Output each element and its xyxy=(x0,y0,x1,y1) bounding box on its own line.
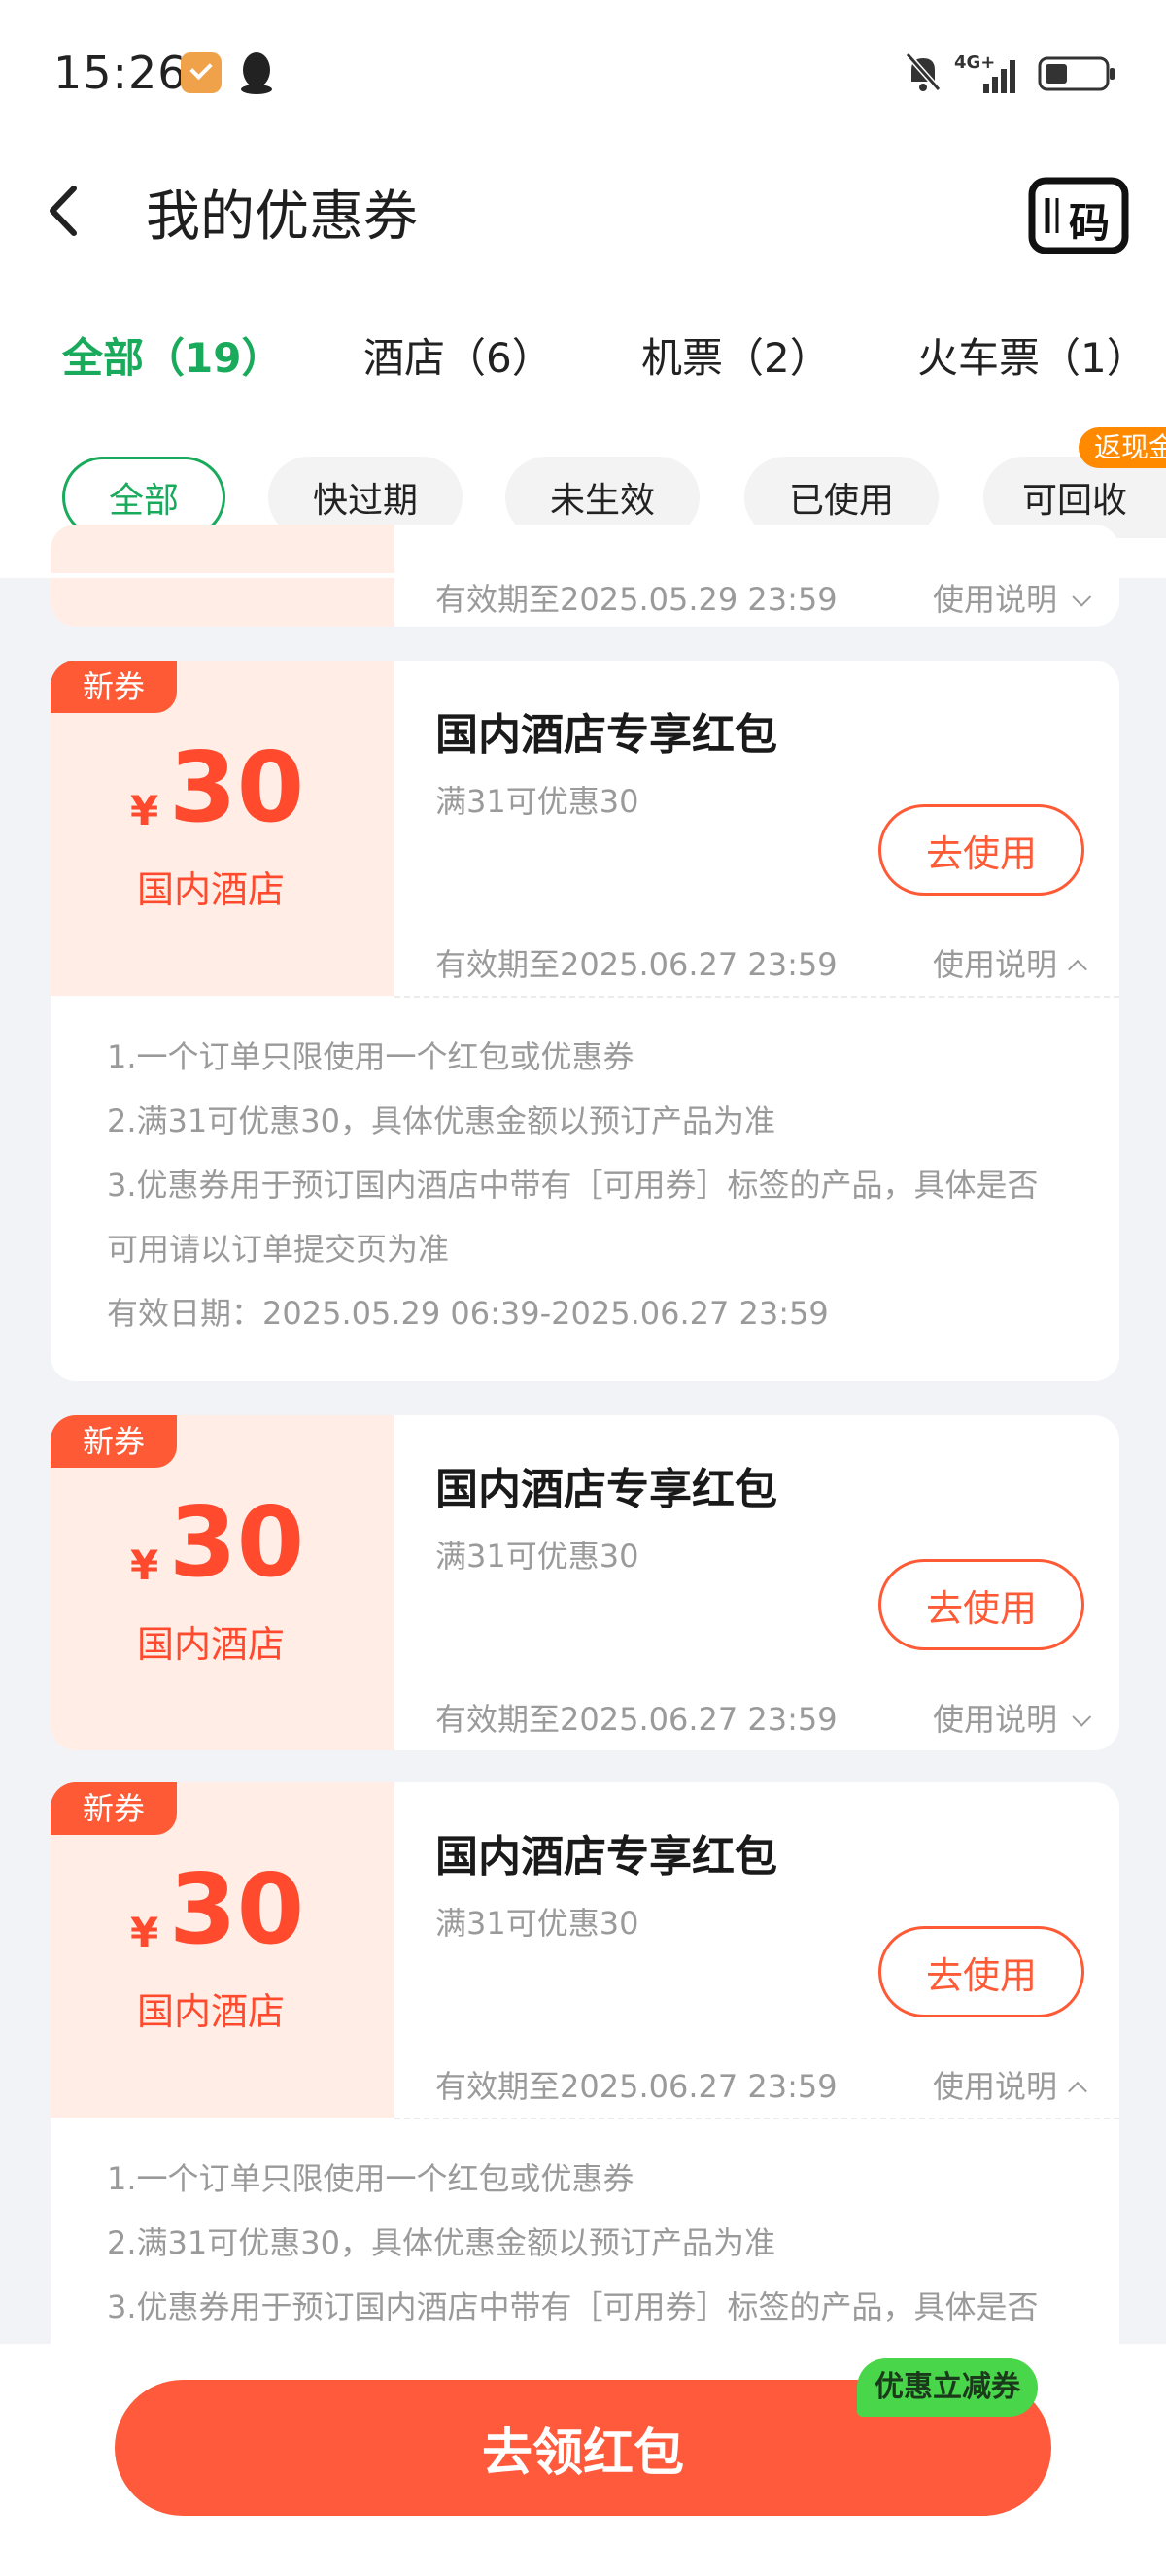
battery-icon xyxy=(1038,56,1115,91)
new-coupon-tag: 新券 xyxy=(51,661,177,713)
usage-explain-label: 使用说明 xyxy=(933,946,1058,983)
currency-symbol: ¥ xyxy=(130,787,159,834)
coupon-left-pane: 新券 ¥ 30 国内酒店 xyxy=(51,1782,394,2118)
coupon-amount: 30 xyxy=(169,1485,305,1599)
qq-penguin-icon xyxy=(241,52,272,94)
coupon-title: 国内酒店专享红包 xyxy=(435,1832,777,1881)
coupon-title: 国内酒店专享红包 xyxy=(435,1465,777,1514)
instant-discount-badge: 优惠立减券 xyxy=(857,2358,1038,2417)
usage-explain-toggle[interactable]: 使用说明 xyxy=(933,2062,1087,2107)
status-time: 15:26 xyxy=(53,47,188,99)
use-coupon-button[interactable]: 去使用 xyxy=(878,1926,1084,2017)
tab-hotel[interactable]: 酒店（6） xyxy=(363,325,553,385)
tab-train[interactable]: 火车票（1） xyxy=(917,325,1148,385)
currency-symbol: ¥ xyxy=(130,1909,159,1956)
coupon-validity: 有效期至2025.06.27 23:59 xyxy=(435,2068,838,2105)
usage-explain-label: 使用说明 xyxy=(933,1701,1058,1738)
tab-all[interactable]: 全部（19） xyxy=(62,325,282,385)
detail-line: 3.优惠券用于预订国内酒店中带有［可用券］标签的产品，具体是否 xyxy=(107,1167,1039,1203)
use-coupon-button[interactable]: 去使用 xyxy=(878,1559,1084,1650)
detail-line: 3.优惠券用于预订国内酒店中带有［可用券］标签的产品，具体是否 xyxy=(107,2288,1039,2325)
coupon-validity: 有效期至2025.06.27 23:59 xyxy=(435,946,838,983)
new-coupon-tag: 新券 xyxy=(51,1782,177,1835)
usage-details: 1.一个订单只限使用一个红包或优惠券 2.满31可优惠30，具体优惠金额以预订产… xyxy=(107,2147,1079,2339)
chevron-down-icon xyxy=(1072,587,1092,607)
coupon-condition: 满31可优惠30 xyxy=(435,1538,639,1575)
usage-explain-label: 使用说明 xyxy=(933,2068,1058,2105)
dashed-divider xyxy=(394,996,1119,998)
detail-line: 1.一个订单只限使用一个红包或优惠券 xyxy=(107,2160,634,2197)
coupon-title: 国内酒店专享红包 xyxy=(435,710,777,760)
chevron-up-icon xyxy=(1068,959,1087,979)
coupon-code-button[interactable]: 码 xyxy=(1028,177,1129,254)
coupon-condition: 满31可优惠30 xyxy=(435,783,639,820)
dashed-divider xyxy=(394,2118,1119,2119)
coupon-left-pane: 新券 ¥ 30 国内酒店 xyxy=(51,661,394,996)
usage-explain-toggle[interactable]: 使用说明 xyxy=(933,575,1092,620)
coupon-card: 新券 ¥ 30 国内酒店 国内酒店专享红包 满31可优惠30 去使用 有效期至2… xyxy=(51,1415,1119,1750)
detail-line: 2.满31可优惠30，具体优惠金额以预订产品为准 xyxy=(107,1102,775,1139)
cashback-badge: 返现金 xyxy=(1079,427,1166,468)
coupon-left-pane: 新券 ¥ 30 国内酒店 xyxy=(51,1415,394,1750)
back-arrow-icon[interactable] xyxy=(39,177,87,245)
usage-explain-toggle[interactable]: 使用说明 xyxy=(933,940,1087,985)
coupon-amount: 30 xyxy=(169,730,305,844)
svg-text:4G+: 4G+ xyxy=(954,52,995,73)
tab-flight[interactable]: 机票（2） xyxy=(641,325,831,385)
coupon-validity: 有效期至2025.05.29 23:59 xyxy=(435,581,838,618)
coupon-validity: 有效期至2025.06.27 23:59 xyxy=(435,1701,838,1738)
coupon-scope: 国内酒店 xyxy=(136,868,285,911)
use-coupon-button[interactable]: 去使用 xyxy=(878,804,1084,896)
usage-explain-toggle[interactable]: 使用说明 xyxy=(933,1695,1092,1740)
usage-explain-label: 使用说明 xyxy=(933,581,1058,618)
filter-divider xyxy=(0,573,1166,578)
coupon-card: 新券 ¥ 30 国内酒店 国内酒店专享红包 满31可优惠30 去使用 有效期至2… xyxy=(51,1782,1119,2385)
new-coupon-tag: 新券 xyxy=(51,1415,177,1468)
currency-symbol: ¥ xyxy=(130,1542,159,1589)
coupon-amount: 30 xyxy=(169,1852,305,1966)
detail-line: 可用请以订单提交页为准 xyxy=(107,1231,450,1268)
coupon-condition: 满31可优惠30 xyxy=(435,1905,639,1942)
page-title: 我的优惠券 xyxy=(146,186,418,249)
mute-bell-icon xyxy=(905,52,942,91)
usage-details: 1.一个订单只限使用一个红包或优惠券 2.满31可优惠30，具体优惠金额以预订产… xyxy=(107,1025,1079,1345)
chevron-up-icon xyxy=(1068,2081,1087,2101)
detail-line: 1.一个订单只限使用一个红包或优惠券 xyxy=(107,1038,634,1075)
chevron-down-icon xyxy=(1072,1707,1092,1727)
app-notification-icon xyxy=(181,52,222,93)
detail-line: 2.满31可优惠30，具体优惠金额以预订产品为准 xyxy=(107,2224,775,2261)
coupon-card: 新券 ¥ 30 国内酒店 国内酒店专享红包 满31可优惠30 去使用 有效期至2… xyxy=(51,661,1119,1381)
coupon-scope: 国内酒店 xyxy=(136,1990,285,2033)
signal-4g-icon: 4G+ xyxy=(954,52,1015,93)
detail-line: 有效日期：2025.05.29 06:39-2025.06.27 23:59 xyxy=(107,1295,829,1332)
code-label: 码 xyxy=(1069,199,1111,247)
coupon-scope: 国内酒店 xyxy=(136,1623,285,1666)
